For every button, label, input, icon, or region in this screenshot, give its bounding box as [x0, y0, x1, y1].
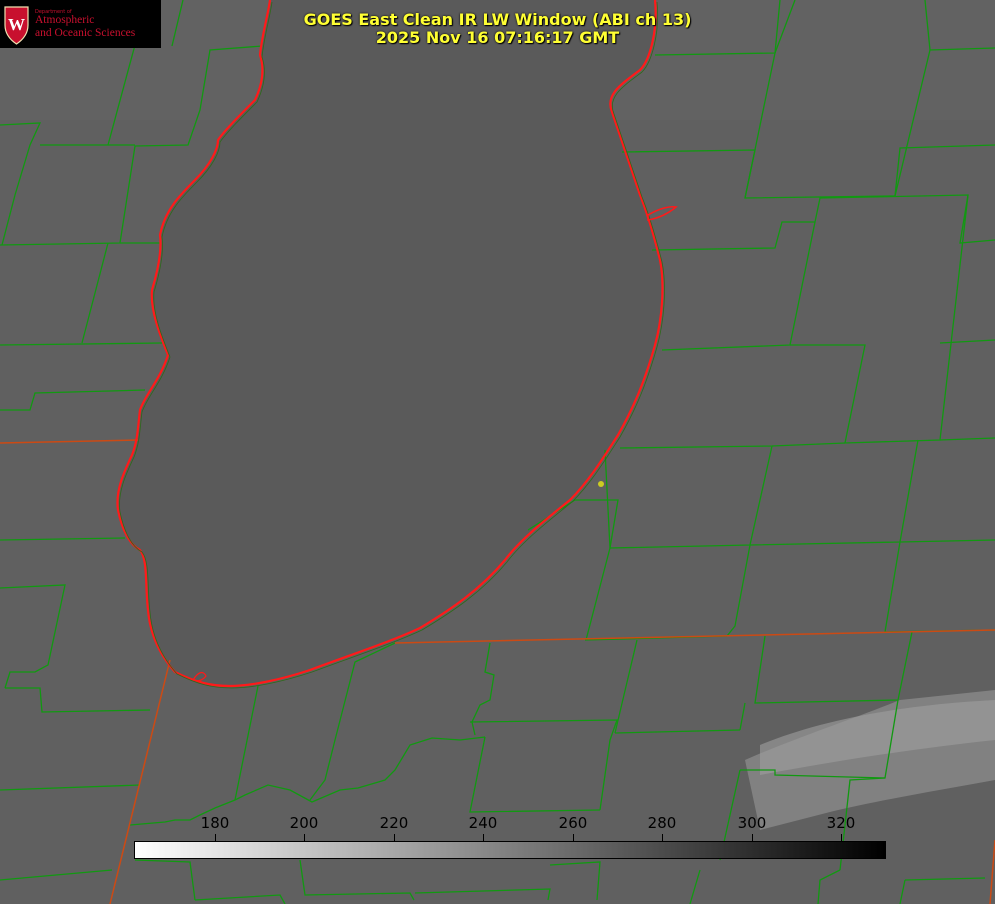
image-title: GOES East Clean IR LW Window (ABI ch 13)…: [0, 11, 995, 47]
colorbar-tick: 240: [468, 814, 498, 832]
colorbar-tick: 320: [826, 814, 856, 832]
colorbar-tickmark: [215, 834, 216, 841]
colorbar-tick: 300: [737, 814, 767, 832]
satellite-image-view: W Department of Atmospheric and Oceanic …: [0, 0, 995, 904]
colorbar-tick: 260: [558, 814, 588, 832]
title-line1: GOES East Clean IR LW Window (ABI ch 13): [303, 10, 692, 29]
colorbar-tick: 220: [379, 814, 409, 832]
title-timestamp: 2025 Nov 16 07:16:17 GMT: [375, 28, 620, 47]
colorbar-ticks: 180 200 220 240 260 280 300 320: [0, 814, 995, 836]
brightness-temperature-colorbar: [134, 841, 886, 859]
colorbar-tick: 180: [200, 814, 230, 832]
colorbar-tickmark: [662, 834, 663, 841]
colorbar-tickmark: [394, 834, 395, 841]
satellite-map: [0, 0, 995, 904]
colorbar-tick: 200: [289, 814, 319, 832]
colorbar-tickmark: [841, 834, 842, 841]
colorbar-tickmark: [573, 834, 574, 841]
colorbar-tickmark: [752, 834, 753, 841]
colorbar-tick: 280: [647, 814, 677, 832]
colorbar-tickmark: [304, 834, 305, 841]
colorbar-tickmark: [483, 834, 484, 841]
location-marker: [598, 481, 604, 487]
